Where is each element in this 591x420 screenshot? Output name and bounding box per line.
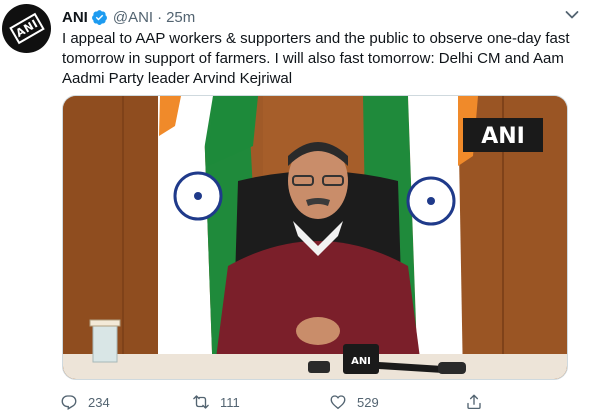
separator-dot: · xyxy=(157,8,163,26)
share-icon xyxy=(467,394,481,410)
retweet-button[interactable]: 111 xyxy=(192,391,240,413)
reply-icon xyxy=(61,395,77,410)
avatar-logo-text: ANI xyxy=(13,17,40,40)
tweet-media-image[interactable]: ANI ANI xyxy=(62,95,568,380)
reply-button[interactable]: 234 xyxy=(60,391,110,413)
ani-logo: ANI xyxy=(8,12,45,45)
author-name[interactable]: ANI xyxy=(62,9,88,26)
media-scene: ANI ANI xyxy=(63,96,567,379)
like-count: 529 xyxy=(357,394,379,410)
author-handle[interactable]: @ANI xyxy=(113,9,153,26)
retweet-icon xyxy=(193,395,209,409)
reply-count: 234 xyxy=(88,394,110,410)
ani-watermark: ANI xyxy=(463,118,543,152)
tweet-header: ANI @ANI · 25m xyxy=(62,7,195,27)
tweet-time[interactable]: 25m xyxy=(166,9,195,26)
tweet-text: I appeal to AAP workers & supporters and… xyxy=(62,30,570,87)
avatar[interactable]: ANI xyxy=(2,4,51,53)
like-button[interactable]: 529 xyxy=(329,391,379,413)
chevron-down-icon[interactable] xyxy=(565,10,579,20)
like-icon xyxy=(330,395,346,410)
watermark-text: ANI xyxy=(481,124,525,149)
mic-label: ANI xyxy=(351,356,371,367)
verified-icon xyxy=(91,9,107,25)
retweet-count: 111 xyxy=(220,394,240,410)
tweet-actions: 234 111 529 xyxy=(60,391,500,413)
tweet[interactable]: ANI ANI @ANI · 25m I appeal to AAP worke… xyxy=(0,0,591,420)
glass xyxy=(92,323,118,363)
share-button[interactable] xyxy=(465,391,493,413)
